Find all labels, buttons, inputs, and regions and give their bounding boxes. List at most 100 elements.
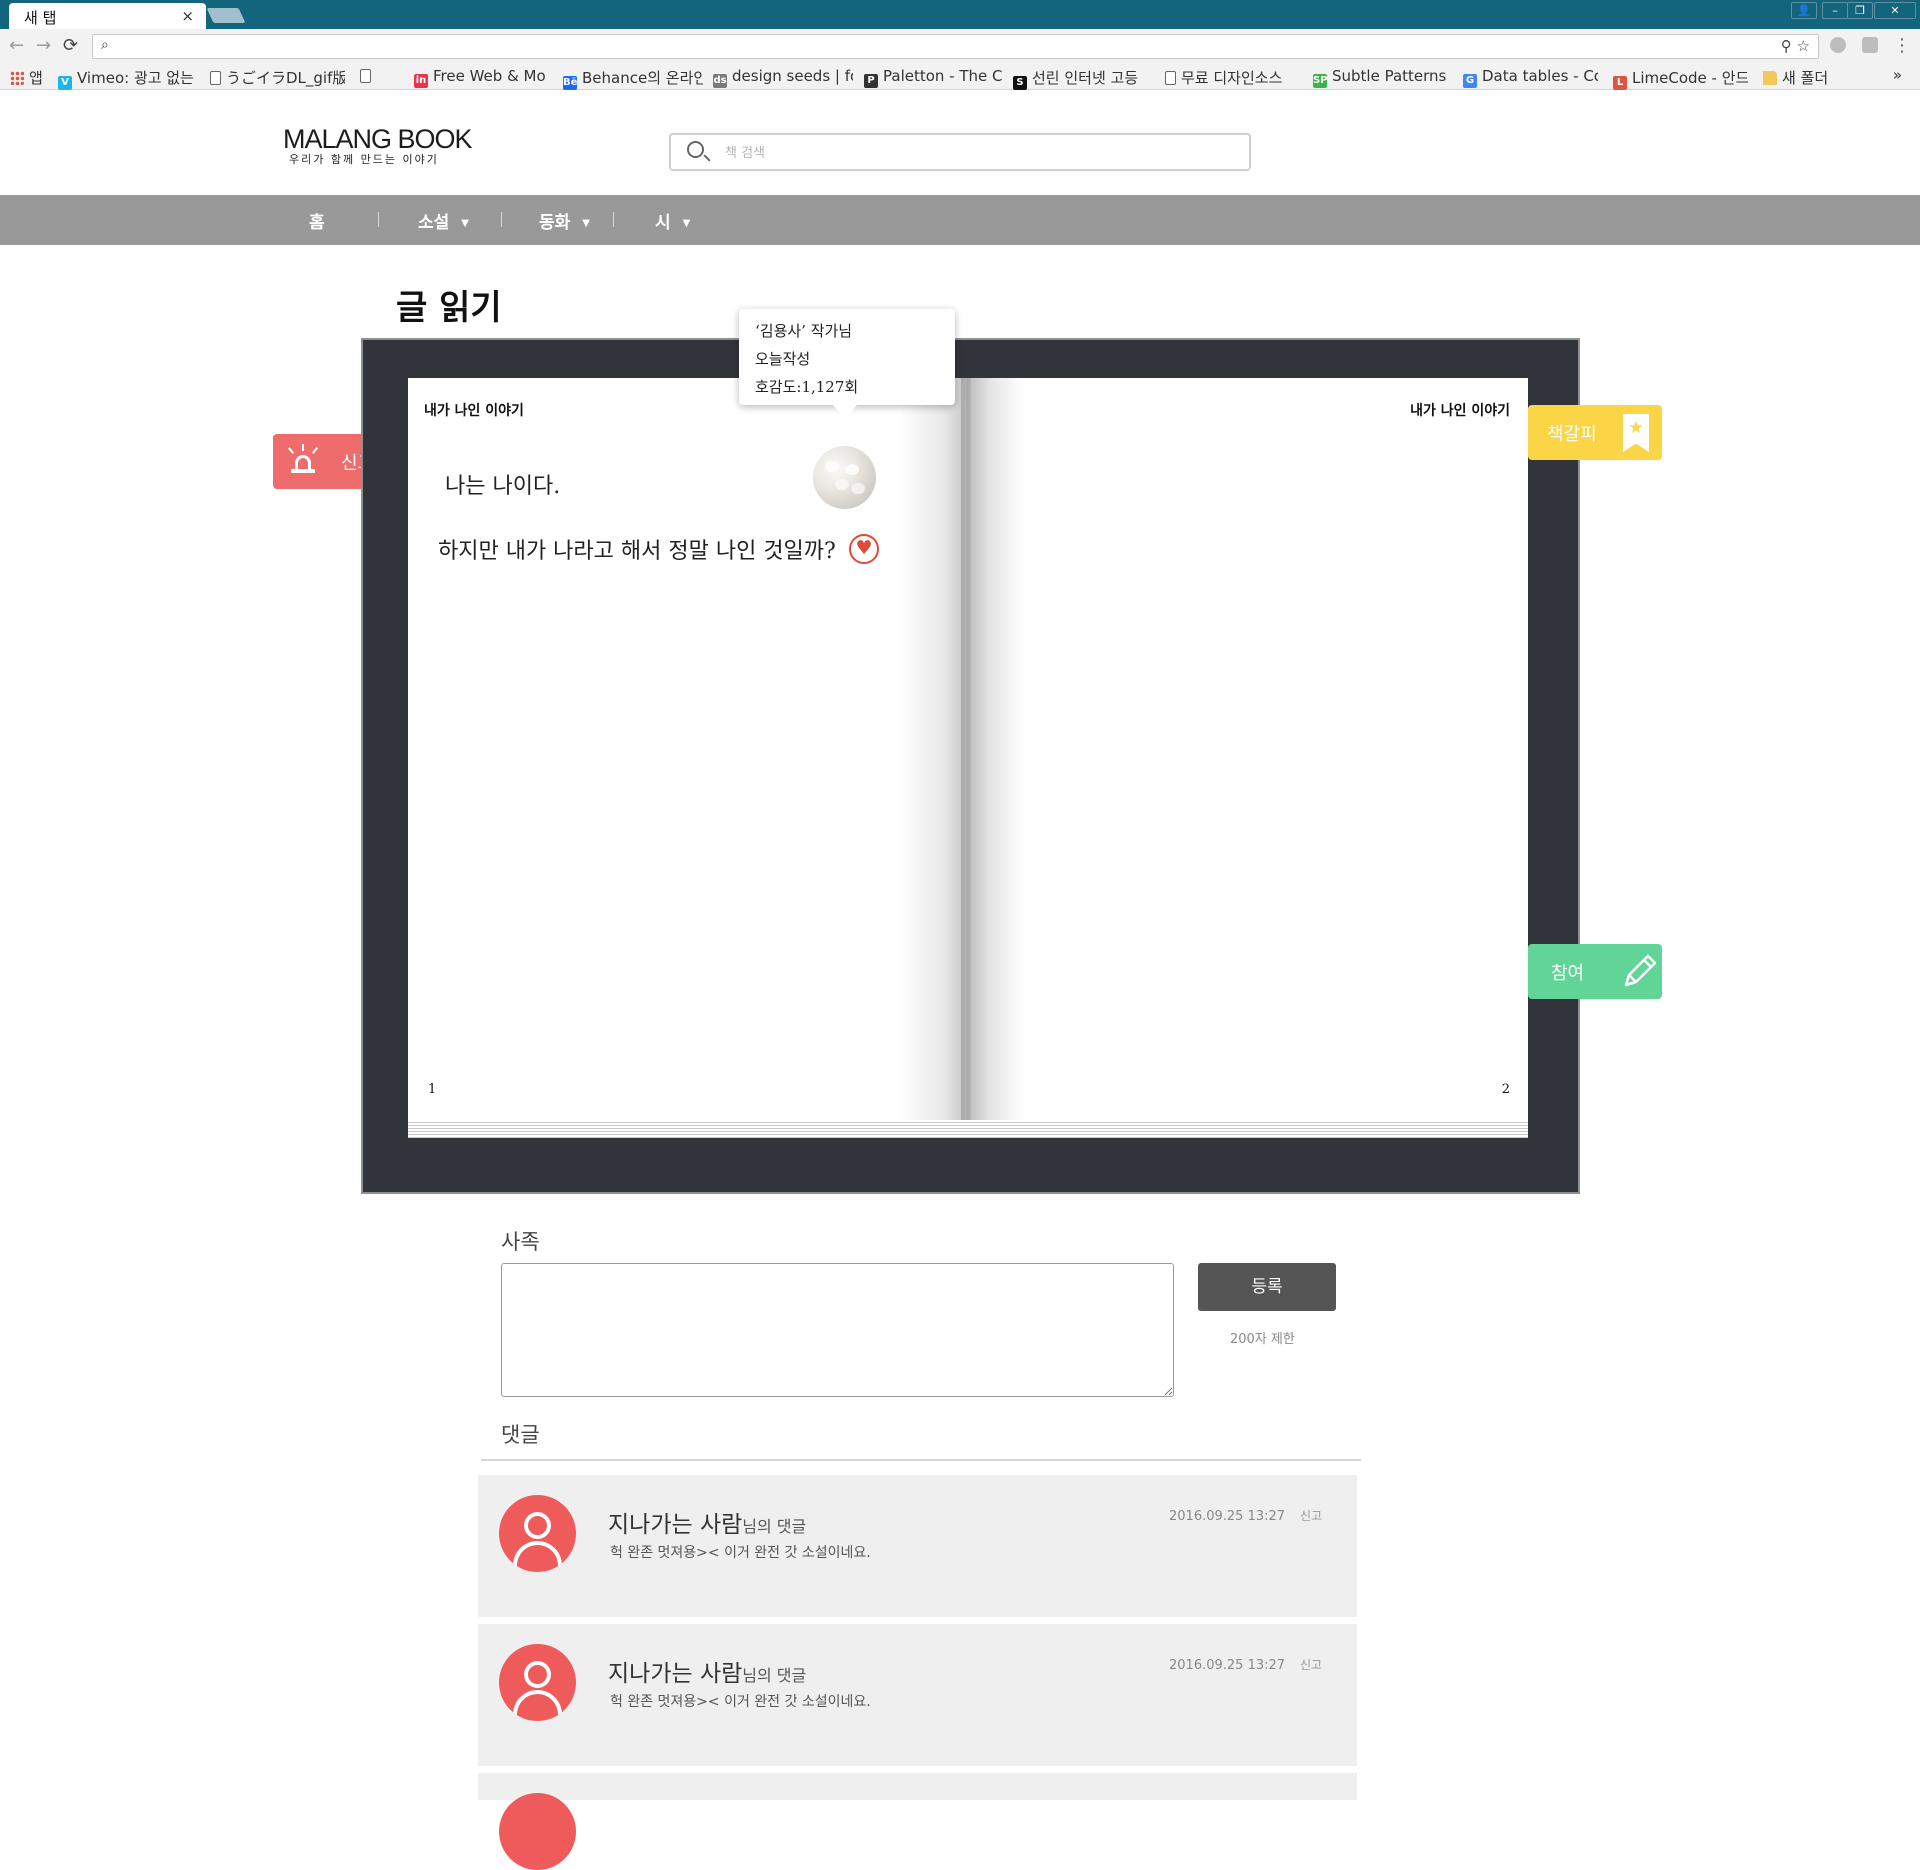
nav-label: 시 xyxy=(655,213,671,233)
pencil-icon xyxy=(1624,954,1657,987)
bookmark-star-icon: ★ xyxy=(1623,414,1649,452)
right-page[interactable]: 내가 나인 이야기 2 xyxy=(967,378,1528,1120)
comment-author: 지나가는 사람님의 댓글 xyxy=(608,1505,806,1539)
site-favicon-icon: Bē xyxy=(563,76,578,90)
page-number: 2 xyxy=(1501,1082,1510,1097)
bookmark-tab[interactable]: 책갈피 ★ xyxy=(1528,405,1662,460)
bookmark-label: Paletton - The C xyxy=(883,67,1003,85)
site-favicon-icon: L xyxy=(1613,76,1627,90)
site-favicon-icon: P xyxy=(864,74,878,88)
bookmark-item[interactable]: SP Subtle Patterns | xyxy=(1313,67,1448,88)
running-head: 내가 나인 이야기 xyxy=(1410,403,1510,419)
tooltip-author: ‘김용사’ 작가님 xyxy=(755,322,853,340)
page-icon xyxy=(210,71,221,85)
join-tab[interactable]: 참여 xyxy=(1528,944,1662,999)
caret-down-icon: ▼ xyxy=(582,218,590,229)
forward-icon[interactable]: → xyxy=(36,35,51,56)
author-tooltip: ‘김용사’ 작가님 오늘작성 호감도:1,127회 xyxy=(739,309,955,419)
tooltip-likes: 호감도:1,127회 xyxy=(755,378,859,396)
site-tagline: 우리가 함께 만드는 이야기 xyxy=(289,153,439,166)
char-limit-text: 200자 제한 xyxy=(1230,1332,1295,1347)
bookmarks-bar: » 앱 V Vimeo: 광고 없는 うごイラDL_gif版 in Free Web & … xyxy=(0,64,1920,90)
paragraph[interactable]: 하지만 내가 나라고 해서 정말 나인 것일까? xyxy=(438,533,836,565)
user-avatar-icon[interactable] xyxy=(499,1793,576,1870)
page-icon xyxy=(1165,71,1176,85)
bookmark-item[interactable]: in Free Web & Mo xyxy=(414,67,546,88)
star-icon[interactable]: ⚲ ☆ xyxy=(1781,37,1810,55)
comment-report-link[interactable]: 신고 xyxy=(1300,1656,1322,1673)
bookmark-item[interactable]: うごイラDL_gif版 xyxy=(210,67,345,88)
bookmark-item[interactable]: V Vimeo: 광고 없는 xyxy=(58,67,194,90)
nav-label: 동화 xyxy=(539,213,571,233)
bookmark-item[interactable]: 앱 xyxy=(10,67,43,88)
site-favicon-icon: in xyxy=(414,74,428,88)
nav-poem[interactable]: 시 ▼ xyxy=(655,208,690,233)
bookmark-label: Data tables - Co xyxy=(1482,67,1598,85)
join-label: 참여 xyxy=(1551,963,1585,984)
extension-t-icon[interactable] xyxy=(1862,37,1878,53)
bookmark-label: 새 폴더 xyxy=(1782,69,1829,87)
bookmark-item[interactable] xyxy=(360,67,376,85)
bookmark-item[interactable]: L LimeCode - 안드 xyxy=(1613,67,1748,90)
author-avatar[interactable] xyxy=(813,446,876,509)
comment-text: 헉 완존 멋져용>< 이거 완전 갓 소설이네요. xyxy=(610,1545,871,1561)
profile-icon[interactable]: 👤 xyxy=(1791,2,1817,19)
comment-item xyxy=(478,1773,1357,1870)
submit-button[interactable]: 등록 xyxy=(1198,1263,1336,1311)
comment-report-link[interactable]: 신고 xyxy=(1300,1507,1322,1524)
site-favicon-icon: G xyxy=(1463,74,1477,88)
comment-author: 지나가는 사람님의 댓글 xyxy=(608,1654,806,1688)
running-head: 내가 나인 이야기 xyxy=(424,403,524,419)
tab-close-icon[interactable]: × xyxy=(181,7,194,25)
main-nav: 홈 소설 ▼ 동화 ▼ 시 ▼ xyxy=(0,195,1920,245)
book-search xyxy=(669,133,1251,171)
reload-icon[interactable]: ⟳ xyxy=(63,35,78,56)
search-icon[interactable] xyxy=(687,141,704,158)
paragraph[interactable]: 나는 나이다. xyxy=(445,468,560,500)
message-label: 사족 xyxy=(501,1230,540,1254)
page-icon xyxy=(360,69,371,83)
bookmark-label: うごイラDL_gif版 xyxy=(226,69,345,87)
author-name[interactable]: 지나가는 사람 xyxy=(608,1512,742,1538)
tab-title: 새 탭 xyxy=(24,9,57,27)
extension-globe-icon[interactable] xyxy=(1830,37,1846,53)
menu-icon[interactable]: ⋮ xyxy=(1893,35,1911,56)
restore-button[interactable]: ❐ xyxy=(1847,2,1873,19)
message-textarea[interactable] xyxy=(501,1263,1174,1397)
bookmarks-more-icon[interactable]: » xyxy=(1893,66,1902,84)
book-spine xyxy=(961,378,971,1138)
bookmark-item[interactable]: S 선린 인터넷 고등 xyxy=(1013,67,1138,90)
user-avatar-icon[interactable] xyxy=(499,1495,576,1572)
bookmark-item[interactable]: Bē Behance의 온라인 xyxy=(563,67,703,90)
bookmark-label: 무료 디자인소스 xyxy=(1181,69,1283,87)
nav-fairytale[interactable]: 동화 ▼ xyxy=(539,208,590,233)
apps-grid-icon xyxy=(10,71,24,85)
user-avatar-icon[interactable] xyxy=(499,1644,576,1721)
comment-date: 2016.09.25 13:27 xyxy=(1169,1509,1286,1524)
bookmark-item[interactable]: 새 폴더 xyxy=(1763,67,1828,88)
bookmark-item[interactable]: G Data tables - Co xyxy=(1463,67,1598,88)
nav-novel[interactable]: 소설 ▼ xyxy=(418,208,469,233)
nav-divider xyxy=(501,212,502,227)
bookmark-item[interactable]: 무료 디자인소스 xyxy=(1165,67,1282,88)
nav-divider xyxy=(378,212,379,227)
nav-label: 홈 xyxy=(309,213,325,233)
author-name[interactable]: 지나가는 사람 xyxy=(608,1661,742,1687)
bookmark-item[interactable]: ds design seeds | fo xyxy=(713,67,853,88)
bookmark-label: 앱 xyxy=(29,69,43,87)
minimize-button[interactable]: – xyxy=(1822,2,1848,19)
address-bar[interactable]: ⌕ ⚲ ☆ xyxy=(92,34,1819,59)
nav-home[interactable]: 홈 xyxy=(309,208,325,233)
new-tab-button[interactable] xyxy=(206,8,246,23)
bookmark-label: Vimeo: 광고 없는 xyxy=(77,69,194,87)
browser-toolbar: ← → ⟳ ⌕ ⚲ ☆ ⋮ xyxy=(0,29,1920,64)
close-window-button[interactable]: ✕ xyxy=(1874,2,1916,19)
comment-text: 헉 완존 멋져용>< 이거 완전 갓 소설이네요. xyxy=(610,1694,871,1710)
bookmark-item[interactable]: P Paletton - The C xyxy=(864,67,1003,88)
back-icon[interactable]: ← xyxy=(9,35,24,56)
search-input[interactable] xyxy=(725,143,1225,163)
browser-tab[interactable]: 새 탭 × xyxy=(9,3,206,29)
heart-icon[interactable]: ♥ xyxy=(849,534,879,564)
book: 내가 나인 이야기 1 내가 나인 이야기 2 xyxy=(361,338,1580,1194)
author-suffix: 님의 댓글 xyxy=(742,1666,807,1685)
